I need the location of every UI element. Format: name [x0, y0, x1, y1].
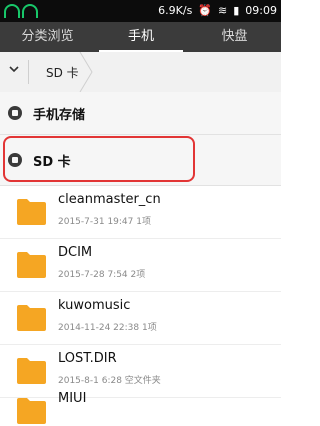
- file-row[interactable]: DCIM 2015-7-28 7:54 2项: [0, 238, 281, 292]
- storage-phone[interactable]: 手机存储: [0, 92, 281, 135]
- wifi-icon: ≋: [218, 4, 228, 17]
- file-name: MIUI: [58, 391, 87, 406]
- folder-icon: [17, 398, 46, 424]
- tab-phone[interactable]: 手机: [99, 22, 183, 52]
- file-row[interactable]: kuwomusic 2014-11-24 22:38 1项: [0, 291, 281, 345]
- file-row[interactable]: MIUI: [0, 391, 281, 424]
- file-meta: 2015-8-1 6:28 空文件夹: [58, 376, 161, 386]
- folder-icon: [17, 199, 46, 225]
- file-name: cleanmaster_cn: [58, 192, 161, 207]
- network-speed: 6.9K/s: [158, 4, 193, 17]
- sd-highlight-box: [3, 136, 195, 182]
- tab-category[interactable]: 分类浏览: [0, 22, 95, 52]
- folder-icon: [17, 305, 46, 331]
- file-name: kuwomusic: [58, 298, 131, 313]
- headset-icon: [4, 3, 20, 18]
- headset-icon: [21, 3, 38, 18]
- breadcrumb-arrow-icon: [79, 52, 93, 92]
- status-bar: 6.9K/s ⏰ ≋ ▮ 09:09: [0, 0, 281, 22]
- tab-kuaipan[interactable]: 快盘: [188, 22, 281, 52]
- time-text: 09:09: [245, 4, 277, 17]
- file-meta: 2014-11-24 22:38 1项: [58, 323, 157, 333]
- status-right: 6.9K/s ⏰ ≋ ▮ 09:09: [158, 4, 277, 17]
- file-name: DCIM: [58, 245, 93, 260]
- file-meta: 2015-7-31 19:47 1项: [58, 217, 151, 227]
- folder-icon: [17, 358, 46, 384]
- chevron-down-icon[interactable]: [9, 64, 19, 74]
- folder-icon: [17, 252, 46, 278]
- file-meta: 2015-7-28 7:54 2项: [58, 270, 146, 280]
- file-row[interactable]: cleanmaster_cn 2015-7-31 19:47 1项: [0, 185, 281, 239]
- file-row[interactable]: LOST.DIR 2015-8-1 6:28 空文件夹: [0, 344, 281, 398]
- alarm-icon: ⏰: [198, 4, 213, 17]
- breadcrumb-separator: [28, 60, 29, 84]
- breadcrumb: SD 卡: [0, 52, 281, 93]
- breadcrumb-current[interactable]: SD 卡: [46, 64, 79, 81]
- status-left: [4, 3, 38, 20]
- file-name: LOST.DIR: [58, 351, 117, 366]
- top-tabs: 分类浏览 手机 快盘: [0, 22, 281, 52]
- storage-label: 手机存储: [33, 108, 86, 123]
- storage-icon: [8, 106, 22, 120]
- signal-icon: ▮: [233, 4, 240, 17]
